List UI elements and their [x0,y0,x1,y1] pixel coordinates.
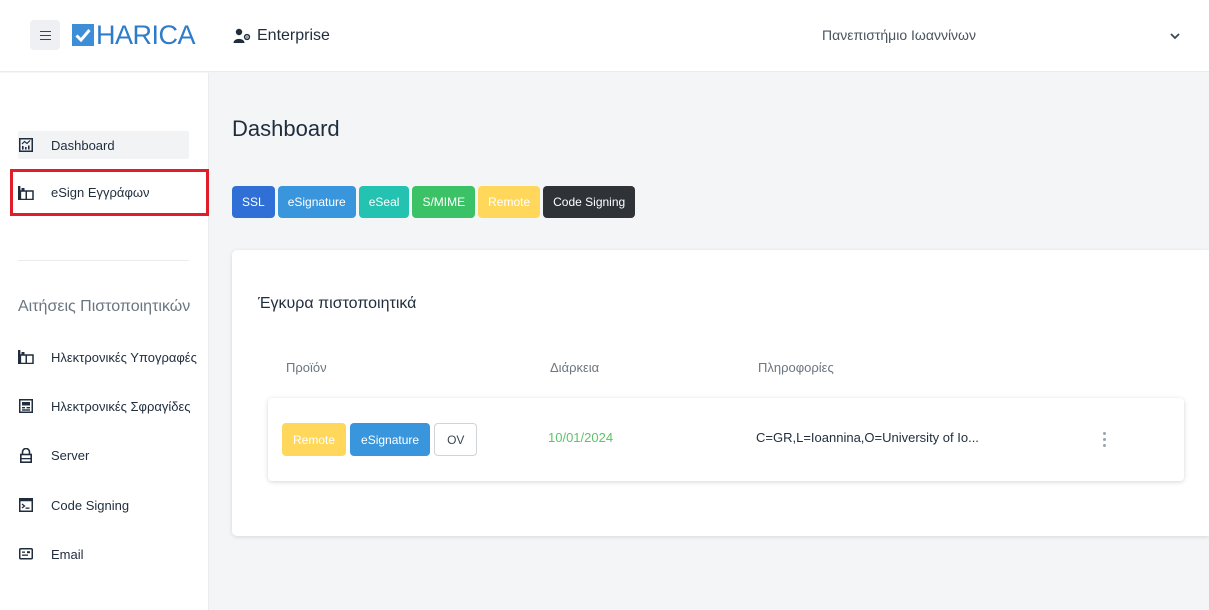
sidebar-item-code-signing[interactable]: Code Signing [18,491,129,519]
sidebar-item-email[interactable]: Email [18,540,84,568]
certificate-subject: C=GR,L=Ioannina,O=University of Io... [756,430,979,445]
sidebar-item-esign[interactable]: eSign Εγγράφων [10,169,209,216]
terminal-icon [18,497,34,513]
enterprise-menu[interactable]: Enterprise [233,25,330,47]
filter-smime-button[interactable]: S/MIME [412,186,476,218]
users-icon [233,28,253,44]
logo-text: HARICA [96,19,196,50]
sidebar-item-seals[interactable]: Ηλεκτρονικές Σφραγίδες [18,392,191,420]
sidebar-item-label: eSign Εγγράφων [51,185,150,200]
tag-ov: OV [434,423,478,456]
sidebar-item-signatures[interactable]: Ηλεκτρονικές Υπογραφές [18,343,197,371]
sidebar-divider [18,260,189,261]
page-title: Dashboard [232,116,340,141]
product-filter-bar: SSL eSignature eSeal S/MIME Remote Code … [232,186,638,218]
filter-esignature-button[interactable]: eSignature [277,186,356,218]
column-header-product: Προϊόν [286,360,327,375]
sidebar-item-server[interactable]: Server [18,441,89,469]
column-header-duration: Διάρκεια [550,360,600,375]
seal-icon [18,398,34,414]
filter-ssl-button[interactable]: SSL [232,186,275,218]
more-options-icon[interactable] [1094,424,1114,454]
dashboard-icon [18,137,34,153]
certificate-expiry-date: 10/01/2024 [548,430,614,445]
filter-remote-button[interactable]: Remote [478,186,541,218]
column-header-info: Πληροφορίες [758,360,834,375]
checkmark-logo-icon [72,24,94,46]
signature-icon [18,349,34,365]
top-bar: HARICA Enterprise Πανεπιστήμιο Ιωαννίνων [0,0,1209,72]
harica-logo[interactable]: HARICA [72,19,196,50]
filter-code-signing-button[interactable]: Code Signing [543,186,636,218]
hamburger-menu-button[interactable] [30,20,60,50]
organization-name: Πανεπιστήμιο Ιωαννίνων [822,27,976,43]
filter-eseal-button[interactable]: eSeal [358,186,410,218]
sidebar-item-label: Ηλεκτρονικές Σφραγίδες [51,398,191,414]
sidebar-item-label: Server [51,447,90,463]
card-title: Έγκυρα πιστοποιητικά [258,295,417,312]
chevron-down-icon [1170,27,1180,43]
valid-certificates-card: Έγκυρα πιστοποιητικά Προϊόν Διάρκεια Πλη… [232,250,1209,536]
sidebar-item-label: Email [51,546,84,562]
organization-select[interactable]: Πανεπιστήμιο Ιωαννίνων [760,24,1180,46]
section-title-requests: Αιτήσεις Πιστοποιητικών [18,298,191,315]
tag-esignature: eSignature [350,423,431,456]
email-icon [18,546,34,562]
sidebar-item-dashboard[interactable]: Dashboard [18,131,189,159]
product-tags: Remote eSignature OV [282,423,478,456]
sidebar-item-label: Code Signing [51,497,130,513]
sidebar-item-label: Dashboard [51,137,115,153]
menu-icon [39,30,51,41]
lock-icon [18,447,34,463]
enterprise-label: Enterprise [257,27,330,44]
sidebar: Dashboard eSign Εγγράφων Αιτήσεις Πιστοπ… [0,73,209,610]
esign-icon [18,185,34,201]
tag-remote: Remote [282,423,347,456]
certificate-row[interactable]: Remote eSignature OV 10/01/2024 C=GR,L=I… [268,398,1184,481]
sidebar-item-label: Ηλεκτρονικές Υπογραφές [51,349,197,365]
